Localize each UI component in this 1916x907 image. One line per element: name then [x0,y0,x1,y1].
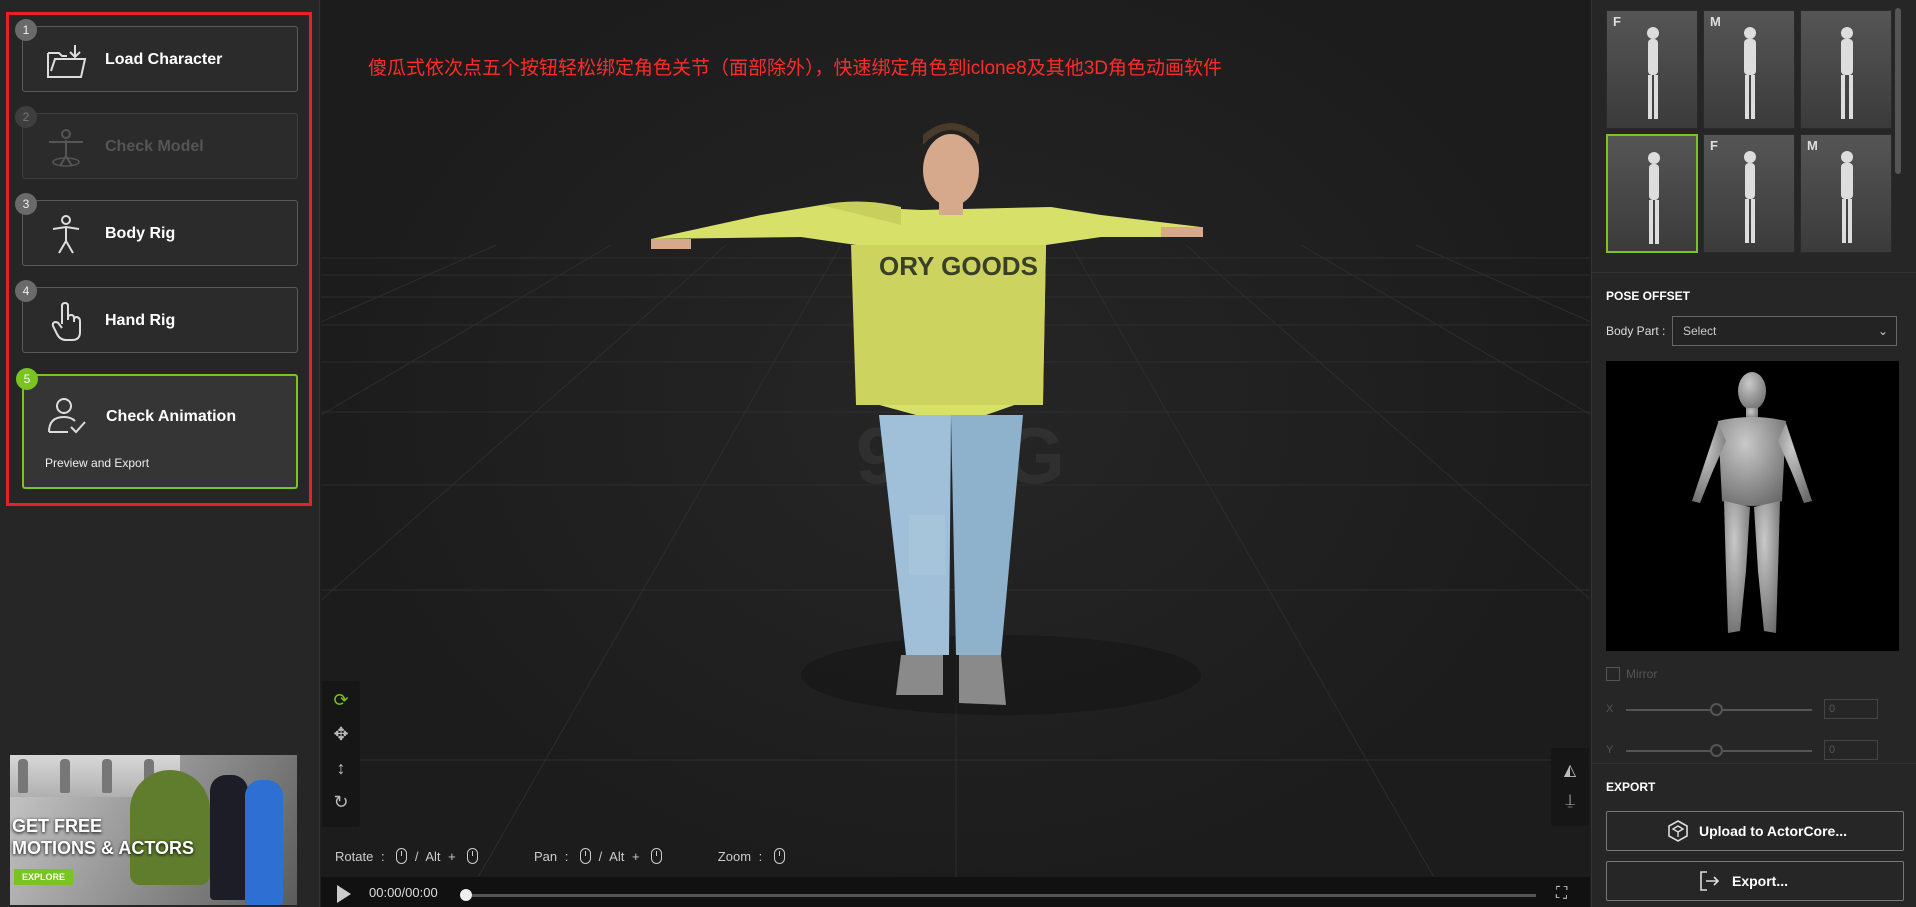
male-character-image [210,775,248,900]
pose-offset-title: POSE OFFSET [1606,289,1691,303]
fullscreen-icon[interactable]: ⛶ [1556,885,1574,902]
play-icon[interactable] [337,885,351,903]
step-label: Hand Rig [105,312,176,329]
zoom-hint-label: Zoom [717,849,752,864]
step-label: Load Character [105,51,223,68]
mouse-hints: Rotate : / Alt + Pan : / Alt + Zoom : [335,848,789,864]
step-number: 1 [15,19,37,41]
pose-preview[interactable] [1606,361,1899,651]
export-section: EXPORT Upload to ActorCore... Export... [1592,763,1916,907]
actorcore-logo-icon [1668,820,1688,842]
timeline-bar: 00:00/00:00 ⛶ [321,877,1590,907]
step-number: 4 [15,280,37,302]
mouse-left-icon [467,848,479,864]
slider-handle[interactable] [1710,744,1723,757]
template-thumbnail[interactable]: M [1800,134,1892,253]
body-figure-icon [52,215,80,254]
reset-rotate-icon[interactable]: ↻ [330,791,352,813]
left-panel: 1 Load Character 2 Check Model 3 Body Ri… [0,0,320,907]
promo-banner[interactable]: GET FREE MOTIONS & ACTORS EXPLORE [10,755,297,905]
divider [1592,272,1916,273]
export-title: EXPORT [1606,780,1656,794]
step-check-model-button[interactable]: 2 Check Model [15,106,298,179]
template-thumbnail-selected[interactable] [1606,134,1698,253]
step-number: 2 [15,106,37,128]
svg-text:ORY GOODS: ORY GOODS [879,251,1038,281]
ground-snap-icon[interactable]: ⍊ [1559,792,1581,814]
template-thumbnail[interactable]: F [1703,134,1795,253]
template-thumbnail[interactable]: M [1703,10,1795,129]
export-icon [1700,871,1720,891]
time-readout: 00:00/00:00 [369,885,438,900]
export-button[interactable]: Export... [1606,861,1904,901]
right-panel: F M F M POSE OFFSET Body Part : Select ⌄ [1591,0,1916,907]
step-label: Body Rig [105,225,176,242]
view-tools-panel: ⟳ ✥ ↕ ↻ [322,681,360,827]
checkbox-box [1606,667,1620,681]
slider-handle[interactable] [1710,703,1723,716]
step-number: 5 [16,368,38,390]
move-icon[interactable]: ✥ [330,723,352,745]
right-view-tools-panel: ◭ ⍊ [1551,748,1589,826]
step-hand-rig-button[interactable]: 4 Hand Rig [15,280,298,353]
annotation-caption: 傻瓜式依次点五个按钮轻松绑定角色关节（面部除外），快速绑定角色到iclone8及… [368,58,1223,79]
step-sublabel: Preview and Export [45,456,150,470]
y-offset-slider[interactable]: Y 0 [1606,740,1878,760]
gender-tag: F [1613,14,1621,29]
body-part-label: Body Part : [1606,324,1666,338]
gender-tag: F [1710,138,1718,153]
3d-viewport[interactable]: 傻瓜式依次点五个按钮轻松绑定角色关节（面部除外），快速绑定角色到iclone8及… [321,0,1590,907]
mirror-view-icon[interactable]: ◭ [1559,760,1581,782]
template-thumbnail[interactable]: F [1606,10,1698,129]
step-load-character-button[interactable]: 1 Load Character [15,19,298,92]
rotate-hint-label: Rotate [335,849,374,864]
body-part-select[interactable]: Select ⌄ [1672,316,1897,346]
orbit-icon[interactable]: ⟳ [330,689,352,711]
character-model: ORY GOODS [651,123,1203,715]
step-check-animation-button[interactable]: 5 Check Animation Preview and Export [16,368,298,489]
gender-tag: M [1710,14,1721,29]
mouse-right-icon [651,848,663,864]
mouse-middle-icon [580,848,591,864]
promo-headline: GET FREE MOTIONS & ACTORS [12,816,195,858]
step-number: 3 [15,193,37,215]
step-body-rig-button[interactable]: 3 Body Rig [15,193,298,266]
x-offset-slider[interactable]: X 0 [1606,699,1878,719]
folder-import-icon [47,45,87,78]
user-check-icon [48,398,86,434]
hand-pointer-icon [51,302,81,341]
mirror-checkbox[interactable]: Mirror [1606,667,1657,681]
chevron-down-icon: ⌄ [1877,324,1888,338]
mouse-left-icon [396,848,408,864]
scrollbar[interactable] [1895,8,1901,174]
y-offset-input[interactable]: 0 [1824,740,1878,760]
step-label: Check Model [105,138,204,155]
pan-hint-label: Pan [533,849,558,864]
vertical-move-icon[interactable]: ↕ [330,757,352,779]
female-character-image [245,780,283,905]
gender-tag: M [1807,138,1818,153]
body-part-value: Select [1683,324,1717,338]
upload-to-actorcore-button[interactable]: Upload to ActorCore... [1606,811,1904,851]
x-offset-input[interactable]: 0 [1824,699,1878,719]
timeline-track[interactable] [466,894,1536,897]
timeline-scrubber[interactable] [460,889,472,901]
t-pose-figure-icon [49,129,83,167]
mouse-scroll-icon [773,848,785,864]
step-label: Check Animation [106,408,237,425]
template-thumbnail[interactable] [1800,10,1892,129]
explore-button[interactable]: EXPLORE [14,869,74,885]
